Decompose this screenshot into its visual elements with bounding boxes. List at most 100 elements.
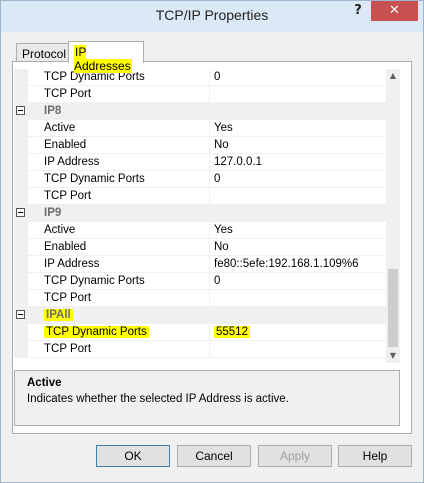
property-row[interactable]: Active Yes (14, 222, 386, 239)
category-row[interactable]: IP9 (14, 205, 386, 222)
row-gutter (14, 256, 28, 273)
scroll-down-icon[interactable]: ▼ (386, 349, 400, 363)
property-value-text: 127.0.0.1 (214, 156, 262, 168)
property-name-text: IP Address (44, 156, 100, 168)
property-name-text: Enabled (44, 241, 87, 253)
property-value[interactable]: Yes (210, 120, 386, 137)
property-name: IP Address (28, 154, 210, 171)
row-gutter (14, 290, 28, 307)
property-name-text: TCP Port (44, 343, 92, 355)
row-gutter (14, 69, 28, 86)
property-name: Enabled (28, 239, 210, 256)
apply-button[interactable]: Apply (258, 445, 332, 467)
row-gutter (14, 154, 28, 171)
help-button[interactable]: Help (338, 445, 412, 467)
property-value[interactable]: No (210, 137, 386, 154)
property-name-text: TCP Port (44, 190, 92, 202)
row-gutter (14, 273, 28, 290)
property-value[interactable] (210, 341, 386, 358)
row-gutter (14, 324, 28, 341)
close-icon[interactable]: ✕ (371, 1, 418, 21)
row-gutter (14, 120, 28, 137)
property-name-text: TCP Dynamic Ports (44, 326, 149, 338)
property-name-text: TCP Dynamic Ports (44, 173, 145, 185)
property-name-text: TCP Port (44, 88, 92, 100)
title-bar: TCP/IP Properties ? ✕ (1, 1, 423, 32)
property-name: TCP Port (28, 86, 210, 103)
property-value[interactable] (210, 86, 386, 103)
property-row[interactable]: Active Yes (14, 120, 386, 137)
category-label-text: IPAll (44, 309, 73, 321)
property-row[interactable]: TCP Dynamic Ports 55512 (14, 324, 386, 341)
collapse-icon[interactable] (16, 106, 25, 115)
property-value-text: 0 (214, 71, 221, 83)
tab-protocol-label: Protocol (22, 47, 67, 61)
property-value-text: No (214, 241, 229, 253)
property-name: TCP Port (28, 188, 210, 205)
property-name-text: Active (44, 122, 76, 134)
tab-protocol[interactable]: Protocol (16, 43, 69, 62)
property-value-text: 0 (214, 173, 221, 185)
property-row[interactable]: IP Address fe80::5efe:192.168.1.109%6 (14, 256, 386, 273)
row-gutter (14, 137, 28, 154)
property-row[interactable]: TCP Dynamic Ports 0 (14, 273, 386, 290)
row-gutter (14, 239, 28, 256)
collapse-icon[interactable] (16, 208, 25, 217)
property-name: Active (28, 222, 210, 239)
property-value-text: 55512 (214, 326, 250, 338)
property-name: TCP Dynamic Ports (28, 324, 210, 341)
vertical-scrollbar[interactable]: ▲ ▼ (386, 69, 400, 363)
property-row[interactable]: Enabled No (14, 239, 386, 256)
tab-ip-addresses-label: IP Addresses (74, 45, 132, 73)
category-label: IP9 (44, 207, 61, 219)
property-value-text: No (214, 139, 229, 151)
property-row[interactable]: TCP Dynamic Ports 0 (14, 69, 386, 86)
scroll-thumb[interactable] (388, 269, 398, 347)
property-name-text: TCP Port (44, 292, 92, 304)
property-row[interactable]: TCP Port (14, 86, 386, 103)
property-name: Active (28, 120, 210, 137)
category-label-text: IP9 (44, 207, 62, 219)
property-name: TCP Dynamic Ports (28, 171, 210, 188)
cancel-button[interactable]: Cancel (177, 445, 251, 467)
tcpip-properties-dialog: TCP/IP Properties ? ✕ Protocol IP Addres… (0, 0, 424, 483)
property-value[interactable]: 0 (210, 273, 386, 290)
category-label-text: IP8 (44, 105, 62, 117)
collapse-icon[interactable] (16, 310, 25, 319)
property-value[interactable]: Yes (210, 222, 386, 239)
ok-button[interactable]: OK (96, 445, 170, 467)
description-text: Indicates whether the selected IP Addres… (27, 393, 289, 405)
property-value[interactable] (210, 188, 386, 205)
property-row[interactable]: TCP Port (14, 188, 386, 205)
property-value-text: Yes (214, 122, 233, 134)
property-name-text: Enabled (44, 139, 87, 151)
property-value-text: 0 (214, 275, 221, 287)
property-value[interactable]: 0 (210, 69, 386, 86)
property-value[interactable]: 55512 (210, 324, 386, 341)
property-row[interactable]: Enabled No (14, 137, 386, 154)
category-label: IP8 (44, 105, 61, 117)
row-gutter (14, 341, 28, 358)
property-name: IP Address (28, 256, 210, 273)
property-row[interactable]: TCP Port (14, 290, 386, 307)
row-gutter (14, 188, 28, 205)
property-row[interactable]: TCP Port (14, 341, 386, 358)
category-row[interactable]: IP8 (14, 103, 386, 120)
property-row[interactable]: IP Address 127.0.0.1 (14, 154, 386, 171)
tab-ip-addresses[interactable]: IP Addresses (68, 41, 144, 73)
row-gutter (14, 171, 28, 188)
property-value[interactable]: fe80::5efe:192.168.1.109%6 (210, 256, 386, 273)
property-name: TCP Port (28, 341, 210, 358)
property-value[interactable]: No (210, 239, 386, 256)
property-grid: TCP Dynamic Ports 0 TCP Port IP8 Active Yes En… (14, 69, 386, 363)
property-value[interactable] (210, 290, 386, 307)
scroll-up-icon[interactable]: ▲ (386, 69, 400, 83)
property-name-text: IP Address (44, 258, 100, 270)
property-value[interactable]: 127.0.0.1 (210, 154, 386, 171)
property-value[interactable]: 0 (210, 171, 386, 188)
help-icon[interactable]: ? (349, 3, 367, 21)
description-panel: Active Indicates whether the selected IP… (14, 370, 400, 426)
category-row[interactable]: IPAll (14, 307, 386, 324)
property-name-text: Active (44, 224, 76, 236)
property-row[interactable]: TCP Dynamic Ports 0 (14, 171, 386, 188)
